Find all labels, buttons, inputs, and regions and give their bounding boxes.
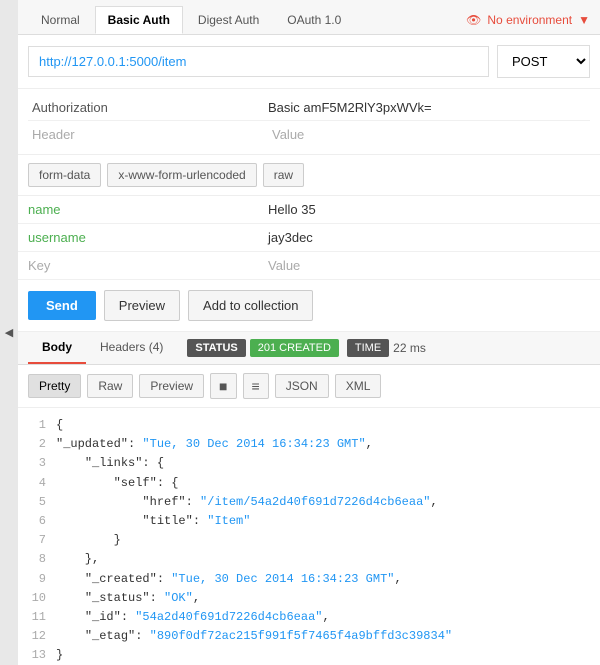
json-line-6: 6 "title": "Item" [28,512,590,531]
json-output: 1 { 2 "_updated": "Tue, 30 Dec 2014 16:3… [18,408,600,665]
body-type-row: form-data x-www-form-urlencoded raw [18,155,600,196]
chevron-down-icon: ▼ [578,13,590,27]
status-label: STATUS [187,339,245,357]
time-label: TIME [347,339,389,357]
env-selector[interactable]: 👁 No environment ▼ [466,13,590,27]
auth-tabs-row: Normal Basic Auth Digest Auth OAuth 1.0 … [18,0,600,35]
json-line-5: 5 "href": "/item/54a2d40f691d7226d4cb6ea… [28,493,590,512]
eye-icon: 👁 [466,13,481,27]
field-key-name: name [28,202,268,217]
json-line-7: 7 } [28,531,590,550]
header-val-placeholder: Value [272,127,586,142]
form-field-username: username jay3dec [18,224,600,252]
json-line-13: 13 } [28,646,590,665]
env-label: No environment [487,13,572,27]
auth-value: Basic amF5M2RlY3pxWVk= [268,100,590,115]
json-line-8: 8 }, [28,550,590,569]
json-line-9: 9 "_created": "Tue, 30 Dec 2014 16:34:23… [28,570,590,589]
view-btn-preview[interactable]: Preview [139,374,204,398]
time-value: 22 ms [393,341,426,355]
field-val-username: jay3dec [268,230,590,245]
form-field-name: name Hello 35 [18,196,600,224]
json-line-1: 1 { [28,416,590,435]
tab-digest-auth[interactable]: Digest Auth [185,6,272,34]
kv-key-placeholder: Key [28,258,268,273]
view-btn-pretty[interactable]: Pretty [28,374,81,398]
auth-key: Authorization [28,100,268,115]
tab-oauth[interactable]: OAuth 1.0 [274,6,354,34]
send-button[interactable]: Send [28,291,96,320]
format-json-button[interactable]: JSON [275,374,329,398]
json-line-12: 12 "_etag": "890f0df72ac215f991f5f7465f4… [28,627,590,646]
resp-tab-body[interactable]: Body [28,332,86,364]
tab-normal[interactable]: Normal [28,6,93,34]
json-line-4: 4 "self": { [28,474,590,493]
format-xml-button[interactable]: XML [335,374,382,398]
method-select[interactable]: POST GET PUT DELETE PATCH [497,45,590,78]
wrap-icon-button[interactable]: ■ [210,373,236,399]
kv-val-placeholder: Value [268,258,590,273]
resp-tab-headers[interactable]: Headers (4) [86,332,177,364]
resp-view-row: Pretty Raw Preview ■ ≡ JSON XML [18,365,600,408]
action-row: Send Preview Add to collection [18,280,600,332]
status-value: 201 CREATED [250,339,339,357]
response-tabs-row: Body Headers (4) STATUS 201 CREATED TIME… [18,332,600,365]
header-placeholder-row: Header Value [28,121,590,148]
btn-urlencoded[interactable]: x-www-form-urlencoded [107,163,256,187]
field-val-name: Hello 35 [268,202,590,217]
kv-placeholder-row: Key Value [18,252,600,280]
url-bar: POST GET PUT DELETE PATCH [18,35,600,89]
auth-section: Authorization Basic amF5M2RlY3pxWVk= Hea… [18,89,600,155]
lines-icon-button[interactable]: ≡ [243,373,269,399]
tab-basic-auth[interactable]: Basic Auth [95,6,183,34]
collapse-arrow[interactable]: ◀ [0,0,18,665]
auth-kv-row: Authorization Basic amF5M2RlY3pxWVk= [28,95,590,121]
json-line-3: 3 "_links": { [28,454,590,473]
add-to-collection-button[interactable]: Add to collection [188,290,313,321]
url-input[interactable] [28,46,489,77]
view-btn-raw[interactable]: Raw [87,374,133,398]
preview-button[interactable]: Preview [104,290,180,321]
json-line-11: 11 "_id": "54a2d40f691d7226d4cb6eaa", [28,608,590,627]
btn-form-data[interactable]: form-data [28,163,101,187]
json-line-10: 10 "_status": "OK", [28,589,590,608]
btn-raw[interactable]: raw [263,163,304,187]
field-key-username: username [28,230,268,245]
json-line-2: 2 "_updated": "Tue, 30 Dec 2014 16:34:23… [28,435,590,454]
header-key-placeholder: Header [32,127,272,142]
